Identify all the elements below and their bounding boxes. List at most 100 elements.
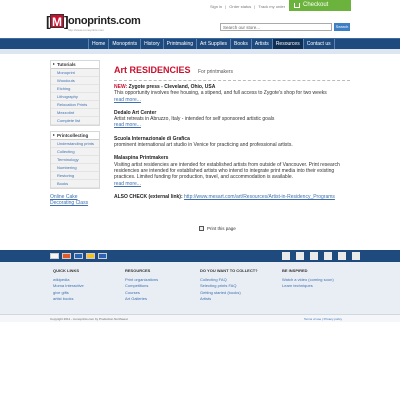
search-button[interactable]: Search [334, 23, 350, 31]
page-title-row: Art RESIDENCIES For printmakers [114, 60, 350, 81]
entry-title: Zygote press - Cleveland, Ohio, USA [128, 84, 216, 90]
search-input[interactable]: Search our store... [220, 23, 332, 31]
main-content: Art RESIDENCIES For printmakers NEW: Zyg… [114, 60, 350, 207]
nav-underline-strip [0, 49, 400, 54]
footer-link[interactable]: Watch a video (coming soon) [282, 277, 334, 283]
sidebar-item-numbering[interactable]: Numbering [51, 164, 99, 172]
checkout-label: Checkout [303, 2, 329, 8]
footer-link[interactable]: wikipedia [53, 277, 84, 283]
entry-title: Malaspina Printmakers [114, 155, 169, 162]
sidebar-item-understanding-prints[interactable]: Understanding prints [51, 140, 99, 148]
page-subtitle: For printmakers [197, 69, 233, 75]
new-badge: NEW: [114, 84, 128, 90]
footer-column-quick-links: QUICK LINKS wikipedia Moma Interactive g… [53, 268, 84, 303]
also-check-label: ALSO CHECK (external link): [114, 193, 183, 200]
footer-column-collect: DO YOU WANT TO COLLECT? Collecting FAQ S… [200, 268, 258, 303]
printer-icon [199, 226, 204, 231]
footer-link[interactable]: Getting started (books) [200, 290, 258, 296]
flickr-icon[interactable] [338, 252, 346, 260]
twitter-icon[interactable] [296, 252, 304, 260]
sidebar-group-printcollecting: Printcollecting Understanding prints Col… [50, 131, 100, 189]
rss-icon[interactable] [310, 252, 318, 260]
separator: | [254, 4, 256, 9]
footer-link[interactable]: Art Galleries [125, 296, 158, 302]
residency-entry: Scuola Internazionale di Grafica promine… [114, 136, 350, 149]
payment-cards [50, 253, 107, 259]
separator: | [225, 4, 227, 9]
logo-text: onoprints.com [68, 15, 141, 27]
youtube-icon[interactable] [324, 252, 332, 260]
main-nav: Home Monoprints History Printmaking Art … [0, 38, 400, 50]
read-more-link[interactable]: read more... [114, 122, 141, 128]
track-order-link[interactable]: Track my order [258, 4, 285, 9]
sidebar-group-tutorials: Tutorials Monoprint Woodcuts Etching Lit… [50, 60, 100, 126]
page-title: Art RESIDENCIES [114, 65, 191, 75]
account-links: Sign in | Order status | Track my order [210, 4, 285, 9]
entry-body: Visiting artist residencies are intended… [114, 161, 340, 181]
email-icon[interactable] [352, 252, 360, 260]
entry-title: Scuola Internazionale di Grafica [114, 135, 190, 142]
footer-link[interactable]: Moma Interactive [53, 283, 84, 289]
amex-icon [98, 253, 107, 259]
entry-body: prominent international art studio in Ve… [114, 142, 293, 149]
sidebar-item-relocation-prints[interactable]: Relocation Prints [51, 101, 99, 109]
footer-link[interactable]: Selecting prints FAQ [200, 283, 258, 289]
read-more-link[interactable]: read more... [114, 97, 141, 103]
sidebar-item-etching[interactable]: Etching [51, 85, 99, 93]
copyright-text: Copyright 2011 - monoprints.com by Produ… [50, 317, 128, 321]
sidebar-ad-image-link[interactable]: Online Cake Decorating Class [50, 194, 100, 206]
also-check-row: ALSO CHECK (external link): http://www.m… [114, 194, 350, 200]
logo-url: http://www.monoprints.com [68, 28, 105, 32]
sidebar-group-title[interactable]: Tutorials [51, 61, 99, 69]
footer-link[interactable]: give gifts [53, 290, 84, 296]
payment-bar [0, 250, 400, 262]
sign-in-link[interactable]: Sign in [210, 4, 222, 9]
checkout-button[interactable]: Checkout [289, 0, 351, 11]
sidebar-item-collecting[interactable]: Collecting [51, 148, 99, 156]
footer-link[interactable]: Artists [200, 296, 258, 302]
footer-heading: RESOURCES [125, 268, 151, 273]
footer-heading: QUICK LINKS [53, 268, 79, 273]
facebook-icon[interactable] [282, 252, 290, 260]
sidebar-item-woodcuts[interactable]: Woodcuts [51, 77, 99, 85]
residency-entry: Dedalo Art Center Artist retreats in Abr… [114, 110, 350, 129]
residency-entry: Malaspina Printmakers Visiting artist re… [114, 155, 350, 186]
footer-link[interactable]: Collecting FAQ [200, 277, 258, 283]
discover-icon [86, 253, 95, 259]
print-label: Print this page [207, 226, 236, 231]
footer-heading: BE INSPIRED [282, 268, 308, 273]
copyright-bar: Copyright 2011 - monoprints.com by Produ… [0, 314, 400, 322]
entry-body: This opportunity involves free housing, … [114, 90, 327, 97]
sidebar-group-title[interactable]: Printcollecting [51, 132, 99, 140]
external-link[interactable]: http://www.mesart.com/art/Resources/Arti… [184, 194, 335, 200]
sidebar-item-restoring[interactable]: Restoring [51, 172, 99, 180]
site-header: [ M ] onoprints.com http://www.monoprint… [0, 0, 400, 38]
footer-heading: DO YOU WANT TO COLLECT? [200, 268, 258, 273]
cart-icon [294, 3, 300, 8]
read-more-link[interactable]: read more... [114, 181, 141, 187]
mastercard-icon [62, 253, 71, 259]
order-status-link[interactable]: Order status [229, 4, 251, 9]
sidebar-item-complete-list[interactable]: Complete list [51, 117, 99, 125]
sidebar-item-monoprint[interactable]: Monoprint [51, 69, 99, 77]
legal-links[interactable]: Terms of use | Privacy policy [304, 317, 342, 321]
footer-column-inspired: BE INSPIRED Watch a video (coming soon) … [282, 268, 334, 291]
entry-title: Dedalo Art Center [114, 109, 157, 116]
sidebar-item-books[interactable]: Books [51, 180, 99, 188]
footer-link[interactable]: Courses [125, 290, 158, 296]
footer-link[interactable]: Print organizations [125, 277, 158, 283]
visa-icon [74, 253, 83, 259]
footer-link[interactable]: artist books [53, 296, 84, 302]
residency-entry: NEW: Zygote press - Cleveland, Ohio, USA… [114, 84, 350, 103]
footer-link[interactable]: Learn techniques [282, 283, 334, 289]
social-links [282, 252, 360, 260]
footer-link[interactable]: Competitions [125, 283, 158, 289]
sidebar-item-mezzotint[interactable]: Mezzotint [51, 109, 99, 117]
sidebar-item-terminology[interactable]: Terminology [51, 156, 99, 164]
sidebar: Tutorials Monoprint Woodcuts Etching Lit… [50, 60, 100, 206]
print-page-button[interactable]: Print this page [199, 226, 236, 231]
entry-body: Artist retreats in Abruzzo, Italy - inte… [114, 116, 275, 123]
logo-letter: M [50, 14, 64, 29]
site-footer: QUICK LINKS wikipedia Moma Interactive g… [0, 262, 400, 314]
sidebar-item-lithography[interactable]: Lithography [51, 93, 99, 101]
